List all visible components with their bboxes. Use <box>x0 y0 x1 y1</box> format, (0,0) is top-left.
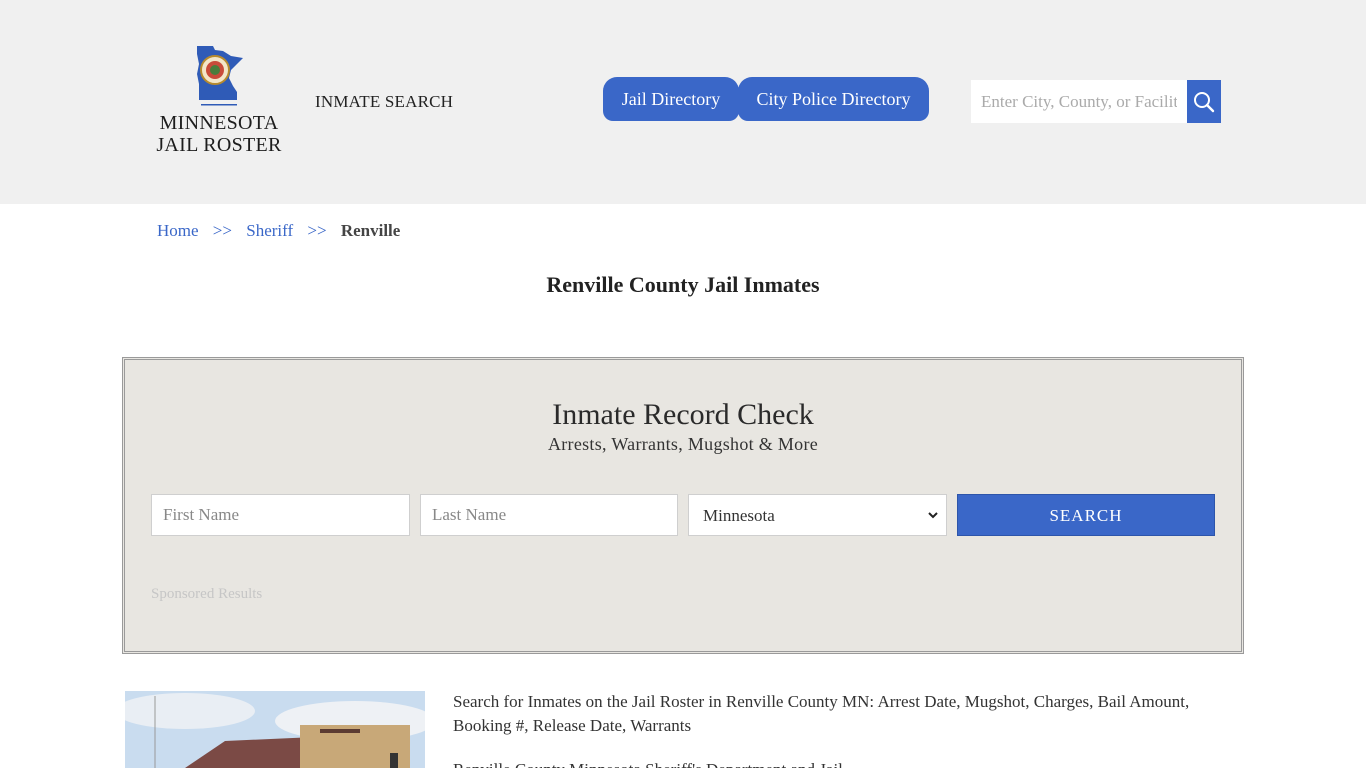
site-search-button[interactable] <box>1187 80 1221 123</box>
breadcrumb-home-link[interactable]: Home <box>157 221 199 240</box>
inmate-record-check-panel: Inmate Record Check Arrests, Warrants, M… <box>122 357 1244 654</box>
site-search-input[interactable] <box>971 80 1187 123</box>
nav-inmate-search-link[interactable]: INMATE SEARCH <box>315 92 453 112</box>
page-title: Renville County Jail Inmates <box>546 272 820 297</box>
chevron-down-icon <box>928 512 938 519</box>
logo-wordmark: MINNESOTA JAIL ROSTER <box>153 112 285 156</box>
breadcrumb: Home >> Sheriff >> Renville <box>157 221 400 241</box>
sponsored-results-label: Sponsored Results <box>151 586 263 602</box>
first-name-field[interactable] <box>151 494 410 536</box>
search-icon <box>1194 92 1215 113</box>
logo-line-1: MINNESOTA <box>159 112 279 134</box>
jail-building-image <box>125 691 425 768</box>
record-check-title: Inmate Record Check <box>552 398 814 431</box>
intro-paragraph-2: Renville County Minnesota Sheriff's Depa… <box>453 758 1243 768</box>
logo-line-2: JAIL ROSTER <box>156 134 282 156</box>
minnesota-map-seal-icon <box>197 46 243 106</box>
jail-directory-button[interactable]: Jail Directory <box>603 77 739 121</box>
record-check-subtitle: Arrests, Warrants, Mugshot & More <box>547 434 819 454</box>
jail-building-photo <box>125 691 425 768</box>
breadcrumb-current: Renville <box>340 221 401 240</box>
intro-paragraph: Search for Inmates on the Jail Roster in… <box>453 692 1190 735</box>
breadcrumb-sheriff-link[interactable]: Sheriff <box>246 221 293 240</box>
site-header: MINNESOTA JAIL ROSTER INMATE SEARCH Jail… <box>0 0 1366 204</box>
last-name-field[interactable] <box>420 494 678 536</box>
site-logo[interactable]: MINNESOTA JAIL ROSTER <box>153 44 285 162</box>
breadcrumb-separator: >> <box>307 221 327 240</box>
city-police-directory-button[interactable]: City Police Directory <box>738 77 929 121</box>
breadcrumb-separator: >> <box>212 221 232 240</box>
state-select[interactable]: Minnesota <box>688 494 947 536</box>
record-search-button[interactable]: SEARCH <box>957 494 1215 536</box>
